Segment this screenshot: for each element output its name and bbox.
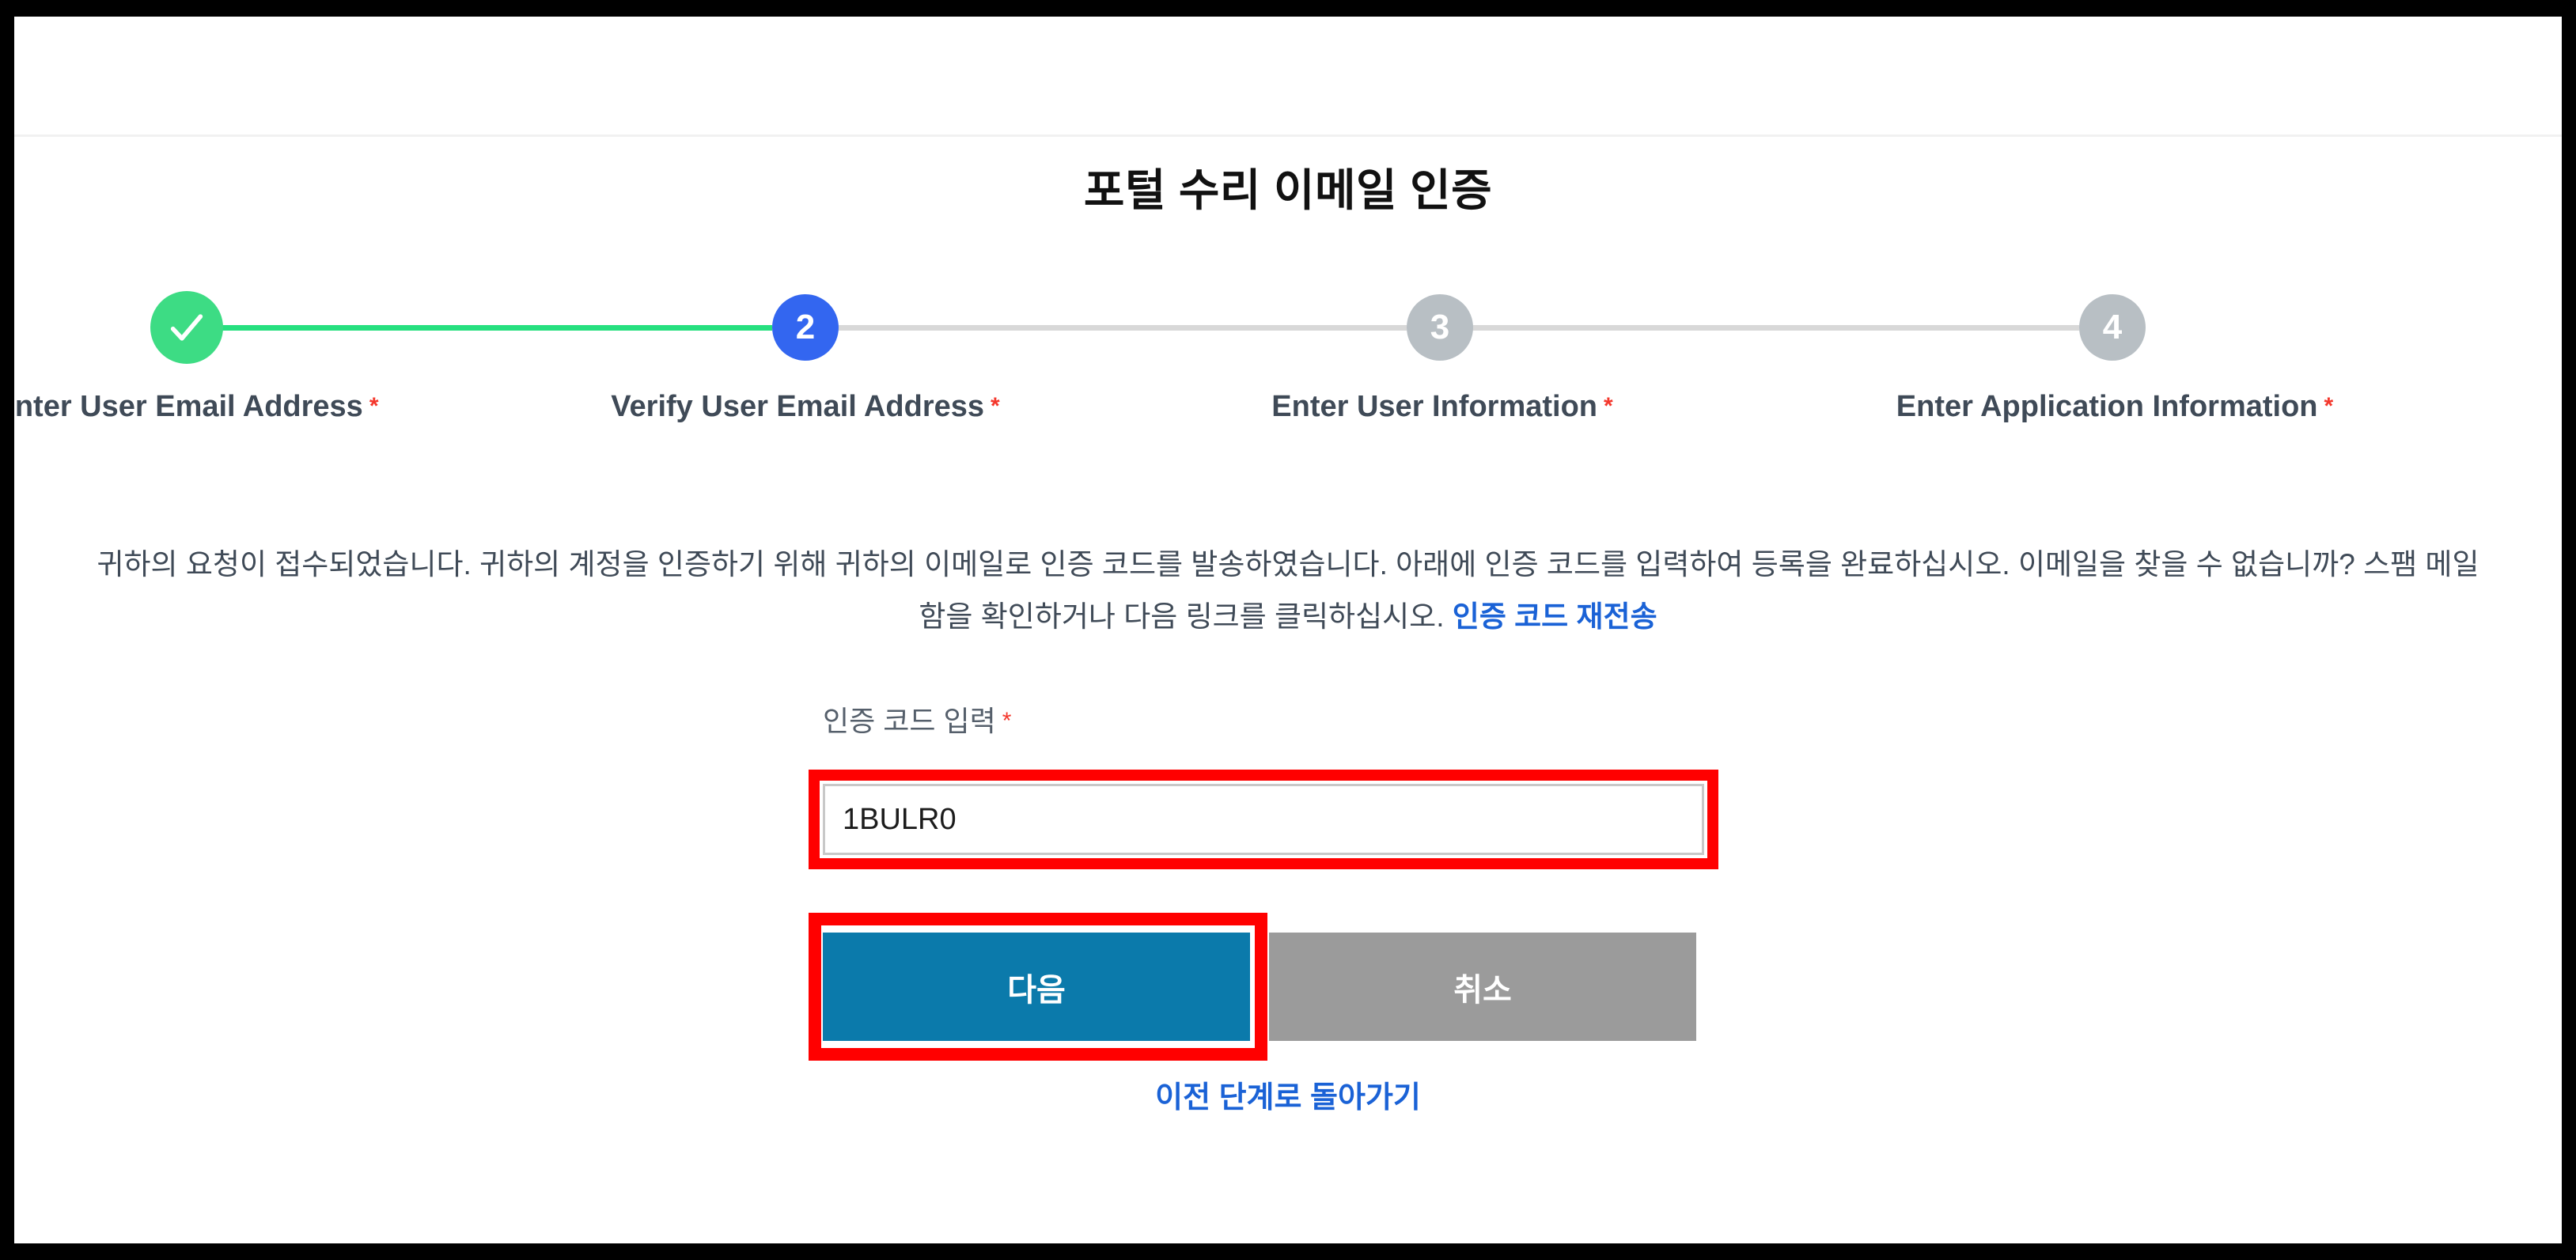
cancel-button[interactable]: 취소	[1269, 933, 1696, 1041]
step-label-2: Verify User Email Address *	[611, 390, 999, 424]
step-connector-2-3	[805, 325, 1407, 331]
verification-code-label-text: 인증 코드 입력	[823, 705, 996, 737]
verification-code-field-block: 인증 코드 입력 *	[823, 698, 1717, 752]
step-3-required-asterisk: *	[1604, 393, 1613, 419]
stepper-track: 2 3 4	[133, 279, 2427, 376]
step-2-required-asterisk: *	[991, 393, 1000, 419]
step-label-1-text: Enter User Email Address	[14, 390, 363, 423]
step-label-1: Enter User Email Address *	[14, 390, 379, 424]
page-canvas: 포털 수리 이메일 인증 2 3 4 Enter User Email Addr…	[14, 17, 2562, 1243]
step-label-2-text: Verify User Email Address	[611, 390, 985, 423]
verification-code-label: 인증 코드 입력 *	[823, 698, 1717, 740]
step-label-3: Enter User Information *	[1271, 390, 1612, 424]
form-actions: 다음 취소	[823, 933, 1696, 1041]
header-strip	[14, 17, 2562, 137]
instructions-text: 귀하의 요청이 접수되었습니다. 귀하의 계정을 인증하기 위해 귀하의 이메일…	[97, 548, 2479, 633]
step-node-2[interactable]: 2	[772, 294, 839, 361]
step-4-required-asterisk: *	[2324, 393, 2334, 419]
progress-stepper: 2 3 4 Enter User Email Address * Verify U…	[14, 279, 2427, 445]
step-connector-1-2	[218, 325, 772, 331]
step-1-required-asterisk: *	[369, 393, 379, 419]
verification-code-required-asterisk: *	[1002, 708, 1012, 734]
step-connector-3-4	[1470, 325, 2079, 331]
verification-code-input[interactable]	[823, 784, 1704, 855]
instructions-paragraph: 귀하의 요청이 접수되었습니다. 귀하의 계정을 인증하기 위해 귀하의 이메일…	[85, 539, 2491, 643]
next-button[interactable]: 다음	[823, 933, 1250, 1041]
resend-code-link[interactable]: 인증 코드 재전송	[1453, 600, 1657, 633]
stepper-labels: Enter User Email Address * Verify User Em…	[14, 390, 2427, 437]
page-title: 포털 수리 이메일 인증	[1083, 165, 1493, 215]
step-label-4-text: Enter Application Information	[1896, 390, 2318, 423]
step-node-1[interactable]	[150, 291, 223, 364]
check-icon	[170, 314, 203, 341]
back-to-previous-step-link[interactable]: 이전 단계로 돌아가기	[14, 1073, 2562, 1116]
page-frame: 포털 수리 이메일 인증 2 3 4 Enter User Email Addr…	[0, 0, 2576, 1260]
step-label-4: Enter Application Information *	[1896, 390, 2333, 424]
step-node-4-number: 4	[2102, 308, 2123, 346]
step-node-4[interactable]: 4	[2079, 294, 2146, 361]
step-label-3-text: Enter User Information	[1271, 390, 1598, 423]
step-node-3[interactable]: 3	[1407, 294, 1473, 361]
step-node-2-number: 2	[795, 308, 816, 346]
step-node-3-number: 3	[1430, 308, 1450, 346]
